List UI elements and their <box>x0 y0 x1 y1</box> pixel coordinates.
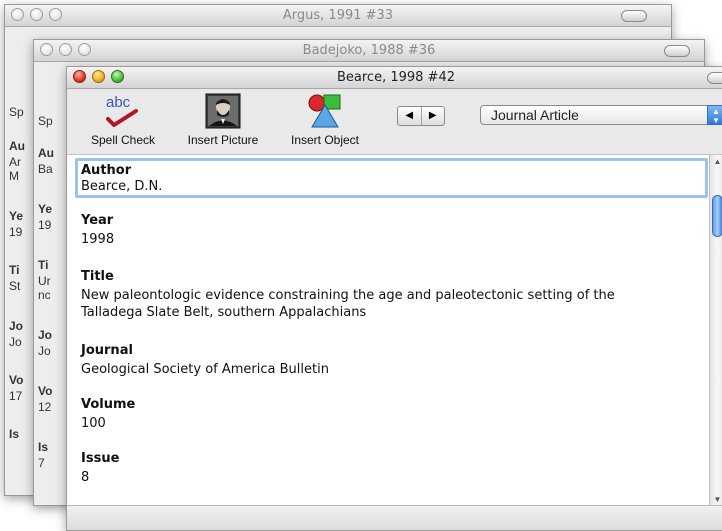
peek-text: Au <box>38 146 54 160</box>
peek-text: 17 <box>9 389 23 403</box>
peek-text: Jo <box>9 335 22 349</box>
reference-type-select[interactable]: Journal Article ▲ ▼ <box>480 105 722 125</box>
scrollbar-thumb[interactable] <box>712 195 722 237</box>
field-value[interactable]: 100 <box>81 415 706 432</box>
insert-picture-label: Insert Picture <box>187 133 259 147</box>
vertical-scrollbar[interactable]: ▲ ▼ <box>709 155 722 506</box>
updown-chevron-icon: ▲ ▼ <box>707 105 722 125</box>
window-title: Argus, 1991 #33 <box>282 8 394 23</box>
insert-picture-button[interactable]: Insert Picture <box>175 93 271 147</box>
peek-text: Jo <box>38 344 51 358</box>
peek-text: Vo <box>9 373 24 387</box>
toolbar-toggle-button[interactable] <box>664 45 690 57</box>
field-year[interactable]: Year 1998 <box>81 213 706 248</box>
toolbar-toggle-button[interactable] <box>621 10 647 22</box>
field-issue[interactable]: Issue 8 <box>81 451 706 486</box>
peek-text: Sp <box>9 105 24 119</box>
spell-check-label: Spell Check <box>90 133 156 147</box>
toolbar-toggle-button[interactable] <box>707 72 722 84</box>
titlebar[interactable]: Badejoko, 1988 #36 <box>34 40 704 62</box>
field-author[interactable]: Author Bearce, D.N. <box>81 163 706 195</box>
scroll-down-arrow-icon[interactable]: ▼ <box>710 495 722 504</box>
field-value[interactable]: 1998 <box>81 231 706 248</box>
peek-text: Ti <box>9 263 20 277</box>
field-label: Issue <box>81 451 120 466</box>
portrait-icon <box>205 93 241 129</box>
peek-text: Ur <box>38 274 51 288</box>
shapes-icon <box>307 93 343 129</box>
scroll-up-arrow-icon[interactable]: ▲ <box>710 157 722 166</box>
titlebar[interactable]: Bearce, 1998 #42 <box>67 67 722 89</box>
peek-text: Ti <box>38 258 49 272</box>
peek-text: Sp <box>38 114 53 128</box>
field-label: Journal <box>81 343 133 358</box>
peek-text: St <box>9 279 21 293</box>
window-footer <box>67 505 722 530</box>
peek-text: Ye <box>9 209 24 223</box>
window-bearce[interactable]: Bearce, 1998 #42 abc Spell Check Insert … <box>66 66 722 531</box>
field-label: Volume <box>81 397 136 412</box>
field-journal[interactable]: Journal Geological Society of America Bu… <box>81 343 706 378</box>
field-title[interactable]: Title New paleontologic evidence constra… <box>81 269 706 321</box>
field-value[interactable]: New paleontologic evidence constraining … <box>81 287 666 321</box>
peek-text: Is <box>38 440 49 454</box>
next-record-arrow-icon[interactable]: ▶ <box>420 107 445 125</box>
peek-text: 19 <box>9 225 23 239</box>
peek-text: 12 <box>38 400 52 414</box>
peek-text: 19 <box>38 218 52 232</box>
field-value[interactable]: 8 <box>81 469 706 486</box>
insert-object-label: Insert Object <box>290 133 360 147</box>
peek-text: Ye <box>38 202 53 216</box>
spell-check-button[interactable]: abc Spell Check <box>83 93 163 147</box>
field-value[interactable]: Geological Society of America Bulletin <box>81 361 706 378</box>
field-value[interactable]: Bearce, D.N. <box>81 178 706 195</box>
record-navigation-stepper[interactable]: ◀ ▶ <box>397 106 445 126</box>
peek-text: Jo <box>38 328 53 342</box>
window-title: Bearce, 1998 #42 <box>336 70 455 85</box>
field-label: Year <box>81 213 114 228</box>
spell-icon-text: abc <box>106 94 131 111</box>
peek-text: Is <box>9 427 20 441</box>
field-label: Author <box>81 163 132 178</box>
peek-text: 7 <box>38 456 45 470</box>
field-volume[interactable]: Volume 100 <box>81 397 706 432</box>
field-label: Title <box>81 269 114 284</box>
peek-text: Au <box>9 139 25 153</box>
spell-check-icon: abc <box>98 93 148 129</box>
insert-object-button[interactable]: Insert Object <box>277 93 373 147</box>
peek-text: Ar <box>9 155 21 169</box>
reference-type-value: Journal Article <box>491 107 579 123</box>
peek-text: Ba <box>38 162 53 176</box>
previous-record-arrow-icon[interactable]: ◀ <box>398 107 421 125</box>
peek-text: Jo <box>9 319 24 333</box>
peek-text: M <box>9 169 19 183</box>
peek-text: Vo <box>38 384 53 398</box>
titlebar[interactable]: Argus, 1991 #33 <box>5 5 671 27</box>
window-title: Badejoko, 1988 #36 <box>302 43 436 58</box>
peek-text: nc <box>38 288 51 302</box>
reference-fields: Author Bearce, D.N. Year 1998 Title New … <box>67 155 710 506</box>
toolbar: abc Spell Check Insert Picture Insert Ob… <box>67 89 722 155</box>
